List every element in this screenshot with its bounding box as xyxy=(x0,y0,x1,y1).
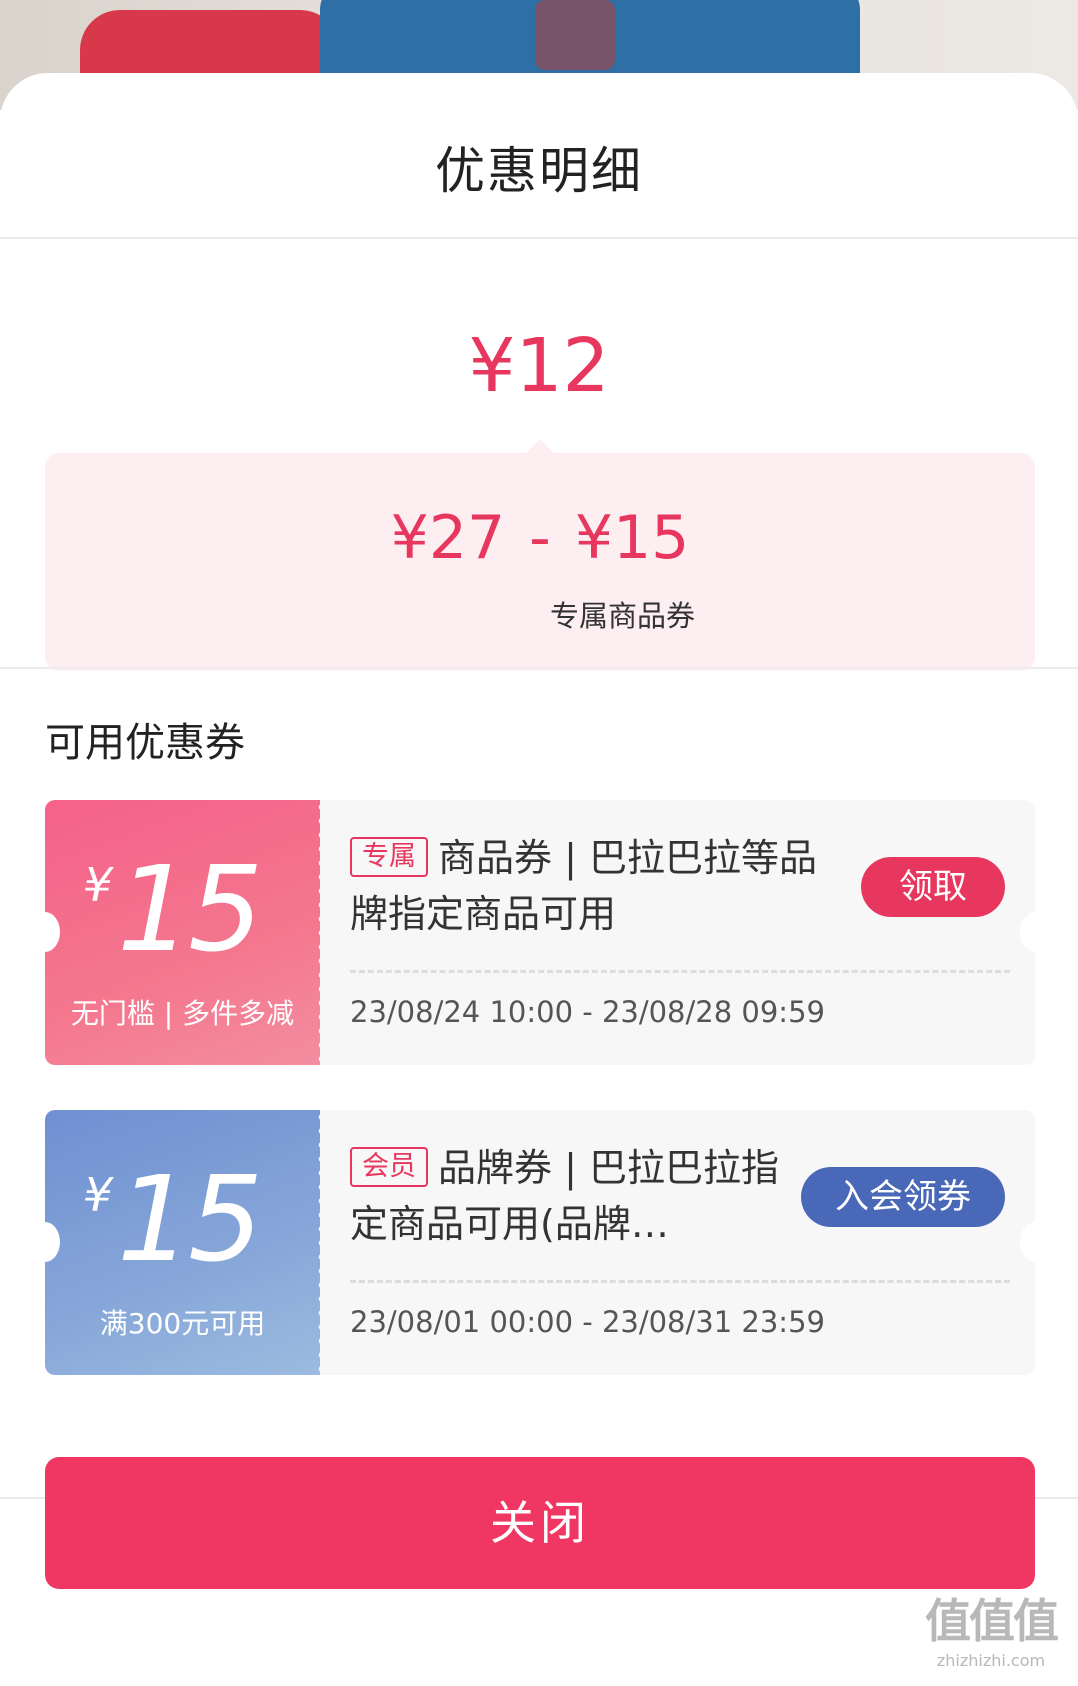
discount-amount: ¥15 xyxy=(574,503,690,573)
coupon-value-panel: ¥ 15 满300元可用 xyxy=(45,1110,326,1375)
discount-calculation-box: ¥27- ¥15 专属商品券 xyxy=(45,453,1035,671)
minus-sign: - xyxy=(529,503,551,573)
coupon-notch-right xyxy=(1020,912,1035,952)
coupon-description: 会员 品牌券 | 巴拉巴拉指定商品可用(品牌… xyxy=(350,1140,790,1252)
discount-label: 专属商品券 xyxy=(550,599,696,633)
coupon-tag: 会员 xyxy=(350,1147,428,1187)
coupon-tag: 专属 xyxy=(350,837,428,877)
discount-detail-sheet: 优惠明细 ¥12 ¥27- ¥15 专属商品券 可用优惠券 ¥ 15 无门槛 | … xyxy=(0,73,1078,1686)
coupon-description: 专属 商品券 | 巴拉巴拉等品牌指定商品可用 xyxy=(350,830,825,942)
coupon-condition: 无门槛 | 多件多减 xyxy=(70,997,295,1030)
original-price: ¥27 xyxy=(390,503,506,573)
coupon-amount: 15 xyxy=(117,840,263,978)
coupon-validity: 23/08/01 00:00 - 23/08/31 23:59 xyxy=(350,1305,825,1339)
available-coupons-title: 可用优惠券 xyxy=(45,720,245,766)
coupon-notch-right xyxy=(1020,1222,1035,1262)
watermark-logo: 值值值 zhizhizhi.com xyxy=(916,1585,1066,1670)
product-photo-print xyxy=(535,0,615,70)
coupon-dashed-divider xyxy=(350,1280,1010,1283)
coupon-currency: ¥ xyxy=(83,858,113,912)
final-price: ¥12 xyxy=(468,323,610,409)
coupon-card: ¥ 15 满300元可用 会员 品牌券 | 巴拉巴拉指定商品可用(品牌… 入会领券… xyxy=(45,1110,1035,1375)
price-formula: ¥27- ¥15 xyxy=(45,503,1035,573)
claim-coupon-button[interactable]: 领取 xyxy=(861,857,1005,917)
divider xyxy=(0,237,1078,239)
watermark-logo-text: 值值值 xyxy=(925,1594,1059,1648)
coupon-condition: 满300元可用 xyxy=(99,1307,266,1340)
join-membership-claim-button[interactable]: 入会领券 xyxy=(801,1167,1005,1227)
close-button[interactable]: 关闭 xyxy=(45,1457,1035,1589)
sheet-title: 优惠明细 xyxy=(435,142,643,200)
coupon-dashed-divider xyxy=(350,970,1010,973)
coupon-currency: ¥ xyxy=(83,1168,113,1222)
divider xyxy=(0,667,1078,669)
coupon-card: ¥ 15 无门槛 | 多件多减 专属 商品券 | 巴拉巴拉等品牌指定商品可用 领取… xyxy=(45,800,1035,1065)
coupon-amount: 15 xyxy=(117,1150,263,1288)
coupon-value-panel: ¥ 15 无门槛 | 多件多减 xyxy=(45,800,326,1065)
coupon-validity: 23/08/24 10:00 - 23/08/28 09:59 xyxy=(350,995,825,1029)
watermark-url: zhizhizhi.com xyxy=(936,1651,1046,1670)
